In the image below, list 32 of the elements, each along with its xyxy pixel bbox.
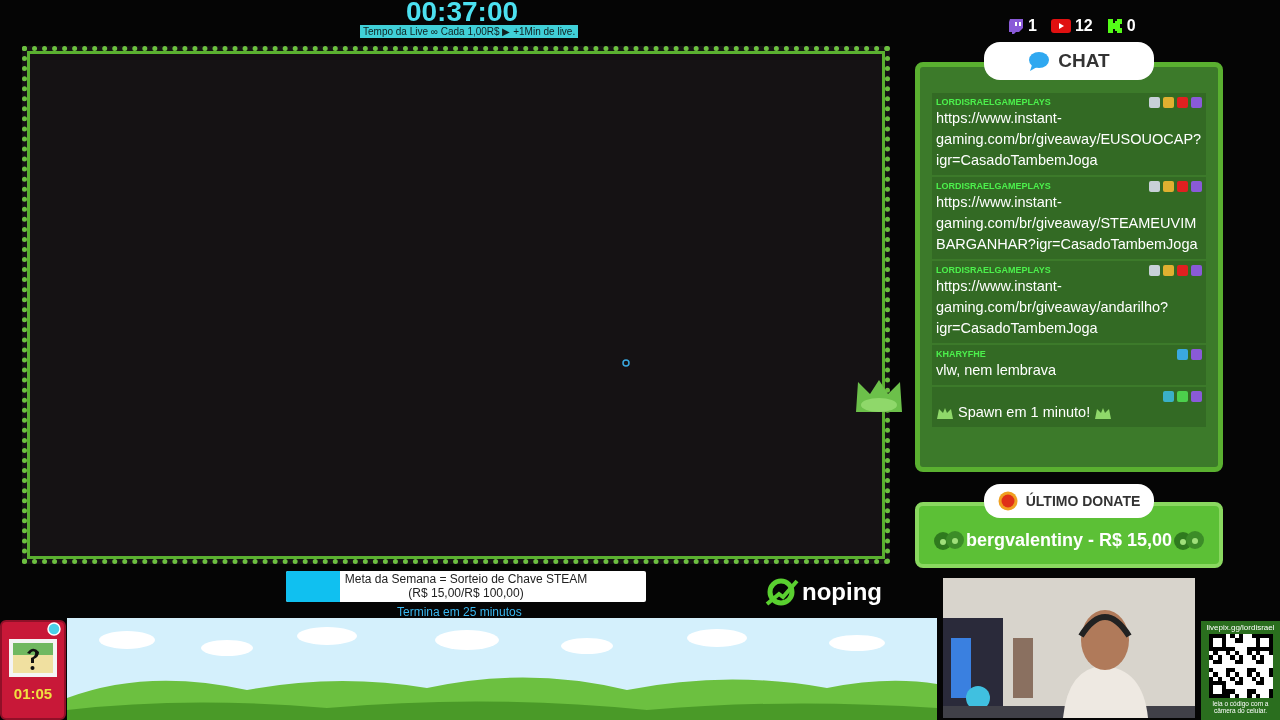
chat-text: https://www.instant-gaming.com/br/giveaway/EUSOUOCAP?igr=CasadoTambemJoga	[936, 109, 1202, 170]
chat-title: CHAT	[1058, 50, 1110, 72]
chat-text: https://www.instant-gaming.com/br/giveaway/STEAMEUVIMBARGANHAR?igr=CasadoTambemJoga	[936, 193, 1199, 254]
qr-code-icon	[1208, 634, 1273, 698]
viewer-count: 12	[1074, 17, 1093, 35]
twitch-icon	[1008, 18, 1024, 34]
chat-username: LORDISRAELGAMEPLAYS	[936, 181, 1051, 191]
speech-bubble-icon	[1028, 51, 1051, 71]
chat-text: Spawn em 1 minuto!	[958, 403, 1091, 422]
goal-progress: (R$ 15,00/R$ 100,00)	[408, 586, 524, 600]
goal-deadline: Termina em 25 minutos	[397, 605, 522, 619]
chat-username: LORDISRAELGAMEPLAYS	[936, 97, 1051, 107]
coin-icon	[997, 491, 1018, 511]
cursor-icon	[622, 359, 630, 367]
donate-text: bergvalentiny - R$ 15,00	[965, 529, 1173, 551]
youtube-icon	[1050, 19, 1071, 33]
chat-username: KHARYFHE	[936, 349, 986, 359]
logo-icon	[765, 578, 799, 606]
logo-text: noping	[802, 578, 882, 606]
light-icon	[47, 622, 61, 636]
chat-text: vlw, nem lembrava	[936, 361, 1057, 380]
viewer-count: 1	[1028, 17, 1037, 35]
viewer-count: 0	[1126, 17, 1136, 35]
goal-title: Meta da Semana = Sorteio de Chave STEAM	[344, 572, 588, 586]
chat-username: LORDISRAELGAMEPLAYS	[936, 265, 1051, 275]
kick-icon	[1106, 18, 1123, 34]
timer-caption: Tempo da Live ∞ Cada 1,00R$ ▶ +1Min de live.	[360, 25, 579, 38]
chat-text: https://www.instant-gaming.com/br/giveaway/andarilho?igr=CasadoTambemJoga	[936, 277, 1170, 338]
countdown-time: 01:05	[13, 684, 53, 702]
qr-url: livepix.gg/lordisrael	[1206, 623, 1275, 632]
donate-title: ÚLTIMO DONATE	[1025, 493, 1141, 509]
live-timer: 00:37:00	[404, 0, 520, 27]
